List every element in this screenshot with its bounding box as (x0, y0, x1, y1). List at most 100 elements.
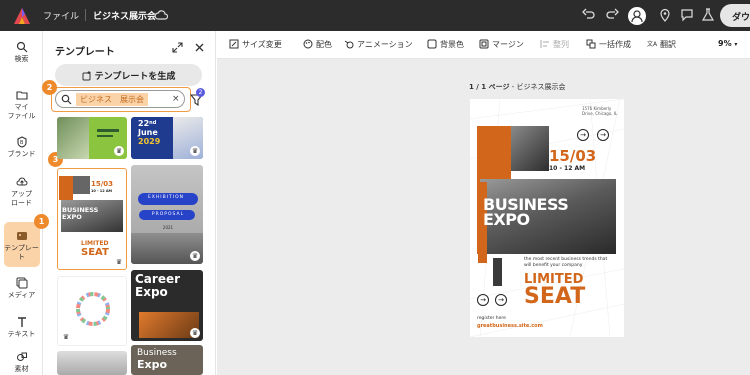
panel-title: テンプレート (55, 47, 115, 58)
thumbnail-text: EXHIBITION (147, 195, 185, 200)
resize-button[interactable]: サイズ変更 (229, 39, 282, 50)
poster-photo-top[interactable] (511, 126, 549, 171)
rail-item-elements[interactable]: 素材 (0, 351, 43, 374)
rail-label: ト (18, 253, 25, 261)
zoom-level[interactable]: 9% ▾ (718, 39, 737, 48)
template-thumbnail[interactable]: Business Expo (131, 345, 203, 375)
rail-item-text[interactable]: テキスト (0, 316, 43, 339)
thumbnail-text: Expo (135, 285, 168, 299)
poster-orange-square[interactable] (478, 254, 487, 263)
rail-item-upload[interactable]: アップ ロード (0, 176, 43, 208)
poster-artboard[interactable]: 1576 Kimberly Drive, Chicago, IL → → 15/… (470, 99, 624, 337)
batch-icon (586, 39, 596, 49)
margin-button[interactable]: マージン (479, 39, 524, 50)
arrow-right-icon[interactable]: → (577, 129, 589, 141)
color-scheme-button[interactable]: 配色 (303, 39, 332, 50)
thumbnail-text: 2021 (162, 225, 174, 230)
rail-label: 素材 (14, 365, 29, 373)
thumbnail-photo (57, 117, 89, 159)
search-icon (16, 41, 27, 53)
rail-item-media[interactable]: メディア (0, 277, 43, 300)
animation-label: アニメーション (357, 40, 413, 49)
poster-gray-block[interactable] (493, 258, 502, 286)
template-thumbnail[interactable] (57, 351, 127, 375)
premium-crown-icon: ♛ (190, 146, 200, 156)
adobe-express-logo-icon[interactable] (12, 6, 32, 26)
step-marker-1: 1 (34, 214, 49, 229)
batch-label: 一括作成 (599, 40, 631, 49)
download-button[interactable]: ダウ (720, 4, 750, 27)
arrange-button[interactable]: 整列 (540, 39, 569, 50)
expand-icon[interactable] (172, 42, 183, 53)
rail-label: ブランド (7, 150, 36, 158)
template-thumbnail[interactable]: Career Expo ♛ (131, 270, 203, 341)
background-label: 背景色 (440, 40, 464, 49)
animation-button[interactable]: アニメーション (344, 39, 413, 50)
poster-date[interactable]: 15/03 (549, 147, 596, 165)
thumbnail-text: 22nd June 2029 (138, 119, 161, 146)
poster-time[interactable]: 10 - 12 AM (549, 165, 585, 172)
arrow-right-icon[interactable]: → (597, 129, 609, 141)
clear-search-icon[interactable]: × (172, 94, 180, 104)
poster-title[interactable]: BUSINESS EXPO (483, 197, 569, 228)
rail-item-brand[interactable]: B ブランド (0, 136, 43, 159)
template-thumbnail[interactable]: 22nd June 2029 ♛ (131, 117, 203, 159)
arrow-right-icon[interactable]: → (495, 294, 507, 306)
rail-label: アップ (11, 190, 32, 198)
color-scheme-label: 配色 (316, 40, 332, 49)
comment-icon[interactable] (680, 8, 694, 22)
thumbnail-text-line (97, 135, 113, 137)
svg-text:文A: 文A (647, 40, 657, 48)
rail-label: マイ (14, 103, 29, 111)
page-number: 1 / 1 ページ (469, 83, 510, 91)
zoom-value: 9% (718, 39, 732, 48)
translate-button[interactable]: 文A 翻訳 (647, 39, 676, 50)
rail-item-templates[interactable]: テンプレー ト (0, 230, 43, 262)
template-thumbnail[interactable]: ♛ (57, 276, 127, 346)
poster-url[interactable]: greatbusiness.site.com (477, 323, 543, 329)
arrow-right-icon[interactable]: → (477, 294, 489, 306)
brand-icon: B (16, 136, 27, 148)
thumbnail-text: Expo (137, 358, 168, 371)
poster-orange-block[interactable] (477, 126, 511, 184)
thumbnail-text: Business (137, 348, 177, 358)
cloud-icon[interactable] (154, 8, 168, 22)
rail-label: メディア (7, 291, 36, 299)
template-icon (16, 232, 27, 240)
premium-crown-icon: ♛ (190, 328, 200, 338)
poster-register[interactable]: register here (477, 316, 506, 321)
divider (85, 9, 86, 21)
premium-crown-icon: ♛ (114, 146, 124, 156)
user-avatar[interactable] (628, 7, 646, 25)
batch-create-button[interactable]: 一括作成 (586, 39, 631, 50)
page-indicator: 1 / 1 ページ - ビジネス展示会 (469, 82, 565, 92)
redo-icon[interactable] (605, 8, 619, 22)
location-pin-icon[interactable] (658, 8, 672, 22)
rail-item-my-files[interactable]: マイ ファイル (0, 89, 43, 121)
align-icon (540, 40, 549, 48)
rail-label: 検索 (14, 55, 29, 63)
background-swatch-icon (427, 39, 437, 49)
thumbnail-text: PROPOSAL (151, 212, 185, 217)
generate-label: テンプレートを生成 (94, 72, 176, 82)
generate-template-button[interactable]: テンプレートを生成 (55, 64, 202, 86)
template-search-input[interactable]: ビジネス 展示会 × (55, 90, 185, 108)
template-thumbnail[interactable]: ♛ (57, 117, 127, 159)
poster-description[interactable]: the most recent business trends that wil… (524, 257, 614, 269)
undo-icon[interactable] (582, 8, 596, 22)
poster-seat[interactable]: SEAT (524, 286, 585, 308)
thumbnail-text: Career (135, 272, 181, 286)
margin-label: マージン (492, 40, 524, 49)
palette-icon (303, 39, 313, 49)
upload-icon (16, 177, 27, 186)
text-icon (17, 317, 26, 327)
rail-item-search[interactable]: 検索 (0, 41, 43, 64)
file-menu[interactable]: ファイル (43, 9, 79, 22)
flask-icon[interactable] (701, 8, 715, 22)
document-title[interactable]: ビジネス展示会 (93, 9, 156, 22)
selected-thumbnail-border (57, 168, 127, 270)
template-thumbnail[interactable]: EXHIBITION PROPOSAL 2021 ♛ (131, 165, 203, 264)
close-icon[interactable] (194, 42, 205, 53)
background-color-button[interactable]: 背景色 (427, 39, 464, 50)
poster-address[interactable]: 1576 Kimberly Drive, Chicago, IL (582, 106, 622, 116)
